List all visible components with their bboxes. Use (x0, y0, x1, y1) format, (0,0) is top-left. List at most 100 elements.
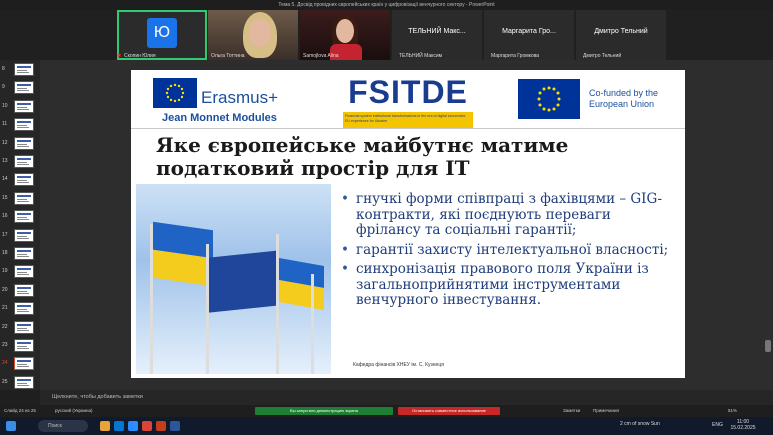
eu-stars-icon (537, 86, 561, 112)
thumbnail-number: 16 (2, 213, 8, 220)
zoom-level[interactable]: 51% (728, 405, 737, 417)
eu-stars-icon (165, 83, 185, 103)
video-strip: Ю ✖ Скопин Юлия Ольга Тоттина Samojlova … (0, 10, 773, 60)
slide-thumbnail[interactable]: 23 (0, 338, 40, 356)
thumbnail-image (14, 357, 34, 371)
slide-thumbnail[interactable]: 20 (0, 283, 40, 301)
video-tile-1[interactable]: Ю ✖ Скопин Юлия (117, 10, 207, 60)
current-slide[interactable]: Erasmus+ Jean Monnet Modules FSITDE Fina… (131, 70, 685, 378)
slide-thumbnail[interactable]: 22 (0, 320, 40, 338)
participant-name: Samojlova Alina (303, 53, 339, 59)
jean-monnet-text: Jean Monnet Modules (162, 112, 277, 124)
fsitde-title: FSITDE (348, 74, 468, 110)
chrome-icon[interactable] (142, 421, 152, 431)
slide-thumbnail[interactable]: 18 (0, 246, 40, 264)
taskbar-search[interactable]: Поиск (38, 420, 88, 432)
notes-button[interactable]: Заметки (563, 405, 580, 417)
participant-big-name: Маргарита Гро... (502, 28, 556, 35)
slide-thumbnail[interactable]: 15 (0, 191, 40, 209)
eu-flag-photo (209, 250, 279, 313)
thumbnail-number: 15 (2, 194, 8, 201)
thumbnail-image (14, 173, 34, 187)
word-icon[interactable] (170, 421, 180, 431)
face-shape (249, 19, 271, 47)
video-tile-3[interactable]: Samojlova Alina (300, 10, 390, 60)
thumbnail-number: 19 (2, 268, 8, 275)
slide-footer: Кафедра фінансів ХНЕУ ім. С. Кузнеця (353, 362, 444, 368)
stop-sharing-button[interactable]: Остановить совместное использование (398, 407, 500, 415)
slide-thumbnail[interactable]: 19 (0, 264, 40, 282)
video-tile-2[interactable]: Ольга Тоттина (208, 10, 298, 60)
bullet-item: • синхронізація правового поля України і… (341, 261, 676, 309)
thumbnail-number: 11 (2, 121, 8, 128)
thumbnail-number: 9 (2, 84, 5, 91)
file-explorer-icon[interactable] (100, 421, 110, 431)
cofunded-text: Co-funded by the European Union (589, 88, 659, 109)
powerpoint-icon[interactable] (156, 421, 166, 431)
participant-name: ТЕЛЬНИЙ Максим (399, 53, 443, 59)
slide-thumbnail[interactable]: 24 (0, 356, 40, 374)
slide-thumbnail[interactable]: 25 (0, 375, 40, 393)
thumbnail-image (14, 375, 34, 389)
bullet-text: гарантії захисту інтелектуальної власнос… (356, 241, 669, 258)
thumbnail-number: 12 (2, 139, 8, 146)
slide-thumbnail[interactable]: 9 (0, 80, 40, 98)
slide-thumbnail[interactable]: 8 (0, 62, 40, 80)
slide-thumbnail[interactable]: 11 (0, 117, 40, 135)
bullet-item: • гарантії захисту інтелектуальної власн… (341, 241, 676, 259)
thumbnail-number: 8 (2, 66, 5, 72)
thumbnail-pane[interactable]: 8 9 10 11 12 13 14 15 16 17 18 19 20 21 22 23 24 25 (0, 60, 40, 390)
scrollbar-thumb[interactable] (765, 340, 771, 352)
bullet-list[interactable]: • гнучкі форми співпраці з фахівцями – G… (341, 191, 676, 313)
slide-thumbnail[interactable]: 13 (0, 154, 40, 172)
windows-start-icon[interactable] (6, 421, 16, 431)
video-tile-6[interactable]: Дмитро Тельний Дмитро Тельний (576, 10, 666, 60)
thumbnail-number: 21 (2, 305, 8, 312)
slide-title[interactable]: Яке європейське майбутнє матиме податков… (156, 134, 676, 180)
thumbnail-number: 24 (2, 360, 8, 367)
video-tile-4[interactable]: ТЕЛЬНИЙ Макс... ТЕЛЬНИЙ Максим (392, 10, 482, 60)
thumbnail-number: 18 (2, 250, 8, 256)
thumbnail-number: 14 (2, 176, 8, 183)
language-indicator[interactable]: русский (Украина) (55, 405, 93, 417)
slide-thumbnail[interactable]: 12 (0, 136, 40, 154)
thumbnail-number: 13 (2, 158, 8, 164)
edge-icon[interactable] (114, 421, 124, 431)
thumbnail-image (14, 302, 34, 316)
participant-name: Маргарита Громкова (491, 53, 540, 59)
keyboard-language[interactable]: ENG (712, 422, 723, 428)
bullet-text: синхронізація правового поля України із … (356, 261, 649, 308)
slide-thumbnail[interactable]: 21 (0, 301, 40, 319)
eu-flag-icon (518, 79, 580, 119)
flags-photo (136, 184, 331, 374)
participant-name: Ольга Тоттина (211, 53, 245, 59)
fsitde-subtitle: Financial system institutional transform… (343, 112, 473, 129)
weather-widget[interactable]: 2 cm of snow Sun (620, 421, 660, 427)
notes-pane[interactable]: Щелкните, чтобы добавить заметки (40, 390, 773, 405)
divider (131, 128, 685, 129)
status-bar: Слайд 24 из 25 русский (Украина) Вы запу… (0, 405, 773, 417)
fsitde-logo: FSITDE Financial system institutional tr… (343, 73, 473, 129)
video-tile-5[interactable]: Маргарита Гро... Маргарита Громкова (484, 10, 574, 60)
bullet-dot-icon: • (341, 241, 349, 258)
thumbnail-number: 20 (2, 286, 8, 293)
slide-thumbnail[interactable]: 10 (0, 99, 40, 117)
bullet-dot-icon: • (341, 261, 349, 277)
zoom-app-icon[interactable] (128, 421, 138, 431)
thumbnail-image (14, 283, 34, 297)
clock[interactable]: 11:00 15.02.2025 (728, 419, 758, 431)
flagpole (276, 234, 279, 374)
slide-thumbnail[interactable]: 17 (0, 228, 40, 246)
participant-big-name: ТЕЛЬНИЙ Макс... (408, 28, 466, 35)
bullet-dot-icon: • (341, 191, 349, 207)
thumbnail-number: 10 (2, 102, 8, 109)
thumbnail-image (14, 265, 34, 279)
screen-share-indicator: Вы запустили демонстрацию экрана (255, 407, 393, 415)
comments-button[interactable]: Примечания (593, 405, 619, 417)
thumbnail-number: 22 (2, 323, 8, 330)
slide-thumbnail[interactable]: 16 (0, 209, 40, 227)
thumbnail-image (14, 63, 34, 76)
thumbnail-number: 17 (2, 231, 8, 238)
participant-big-name: Дмитро Тельний (594, 28, 648, 35)
slide-thumbnail[interactable]: 14 (0, 172, 40, 190)
